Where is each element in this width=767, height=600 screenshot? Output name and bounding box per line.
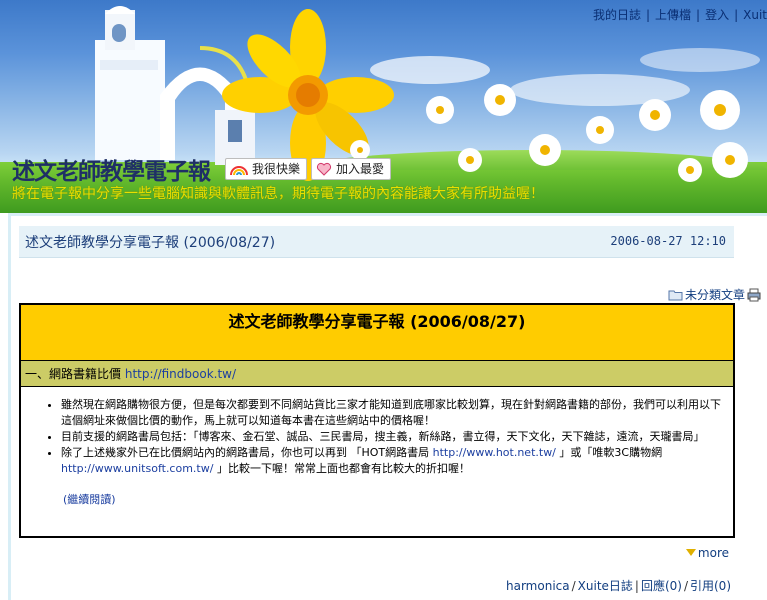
findbook-link[interactable]: http://findbook.tw/ [125,367,236,381]
xuite-link[interactable]: Xuite日誌 [578,579,633,593]
nav-separator: | [734,8,739,22]
main-content: 述文老師教學分享電子報 (2006/08/27) 2006-08-27 12:1… [8,213,767,600]
nav-upload-link[interactable]: 上傳檔 [655,8,691,22]
arrow-down-icon [685,549,696,556]
replies-link[interactable]: 回應(0) [641,579,682,593]
mood-happy-button[interactable]: 我很快樂 [225,158,308,180]
hot-net-link[interactable]: http://www.hot.net.tw/ [433,446,556,459]
bullet-text: 」比較一下喔！常常上面也都會有比較大的折扣喔！ [213,462,470,475]
heart-icon [316,162,332,176]
author-link[interactable]: harmonica [506,579,570,593]
blog-subtitle: 將在電子報中分享一些電腦知識與軟體訊息，期待電子報的內容能讓大家有所助益喔！ [12,186,544,202]
nav-my-blog-link[interactable]: 我的日誌 [593,8,641,22]
unitsoft-link[interactable]: http://www.unitsoft.com.tw/ [61,462,213,475]
post-title[interactable]: 述文老師教學分享電子報 (2006/08/27) [25,232,275,252]
blog-title[interactable]: 述文老師教學電子報 [12,152,211,186]
add-favorite-label: 加入最愛 [336,162,385,176]
bullet-text: 除了上述幾家外已在比價網站內的網路書局，你也可以再到 「HOT網路書局 [61,446,433,459]
footer-separator: | [634,579,639,593]
post-date: 2006-08-27 12:10 [610,234,726,248]
top-nav: 我的日誌 | 上傳檔 | 登入 | Xuit [593,6,767,22]
post-section-header: 一、網路書籍比價 http://findbook.tw/ [21,361,733,387]
printer-icon[interactable] [747,288,761,302]
footer-separator: / [571,579,576,593]
rainbow-icon [230,166,248,176]
post-section-body: 雖然現在網路購物很方便，但是每次都要到不同網站貨比三家才能知道到底哪家比較划算，… [21,387,733,507]
list-item: 除了上述幾家外已在比價網站內的網路書局，你也可以再到 「HOT網路書局 http… [61,445,721,477]
bullet-text: 」或「唯軟3C購物網 [555,446,663,459]
post-body-table: 述文老師教學分享電子報 (2006/08/27) 一、網路書籍比價 http:/… [19,303,735,538]
folder-icon [668,290,683,300]
read-more-link[interactable]: (繼續閱讀) [63,491,116,507]
trackbacks-link[interactable]: 引用(0) [690,579,731,593]
more-link[interactable]: more [698,546,729,560]
add-favorite-button[interactable]: 加入最愛 [311,158,392,180]
blog-header-banner: 我的日誌 | 上傳檔 | 登入 | Xuit 述文老師教學電子報 將在電子報中分享一些電腦知… [0,0,767,213]
post-footer: harmonica / Xuite日誌 | 回應(0) / 引用(0) [506,577,731,594]
nav-separator: | [696,8,701,22]
nav-xuite-link[interactable]: Xuit [743,8,767,22]
post-header: 述文老師教學分享電子報 (2006/08/27) 2006-08-27 12:1… [19,226,734,258]
post-body-title: 述文老師教學分享電子報 (2006/08/27) [21,305,733,361]
list-item: 目前支援的網路書局包括：「博客來、金石堂、誠品、三民書局，搜主義，新絲路，書立得… [61,429,721,445]
category-link[interactable]: 未分類文章 [685,286,745,303]
section-label: 一、網路書籍比價 [25,367,122,381]
nav-login-link[interactable]: 登入 [705,8,729,22]
list-item: 雖然現在網路購物很方便，但是每次都要到不同網站貨比三家才能知道到底哪家比較划算，… [61,397,721,429]
post-bullet-list: 雖然現在網路購物很方便，但是每次都要到不同網站貨比三家才能知道到底哪家比較划算，… [27,397,721,477]
nav-separator: | [645,8,650,22]
mood-happy-label: 我很快樂 [252,162,301,176]
post-category: 未分類文章 [668,286,761,303]
more-link-container: more [685,546,729,560]
footer-separator: / [683,579,688,593]
